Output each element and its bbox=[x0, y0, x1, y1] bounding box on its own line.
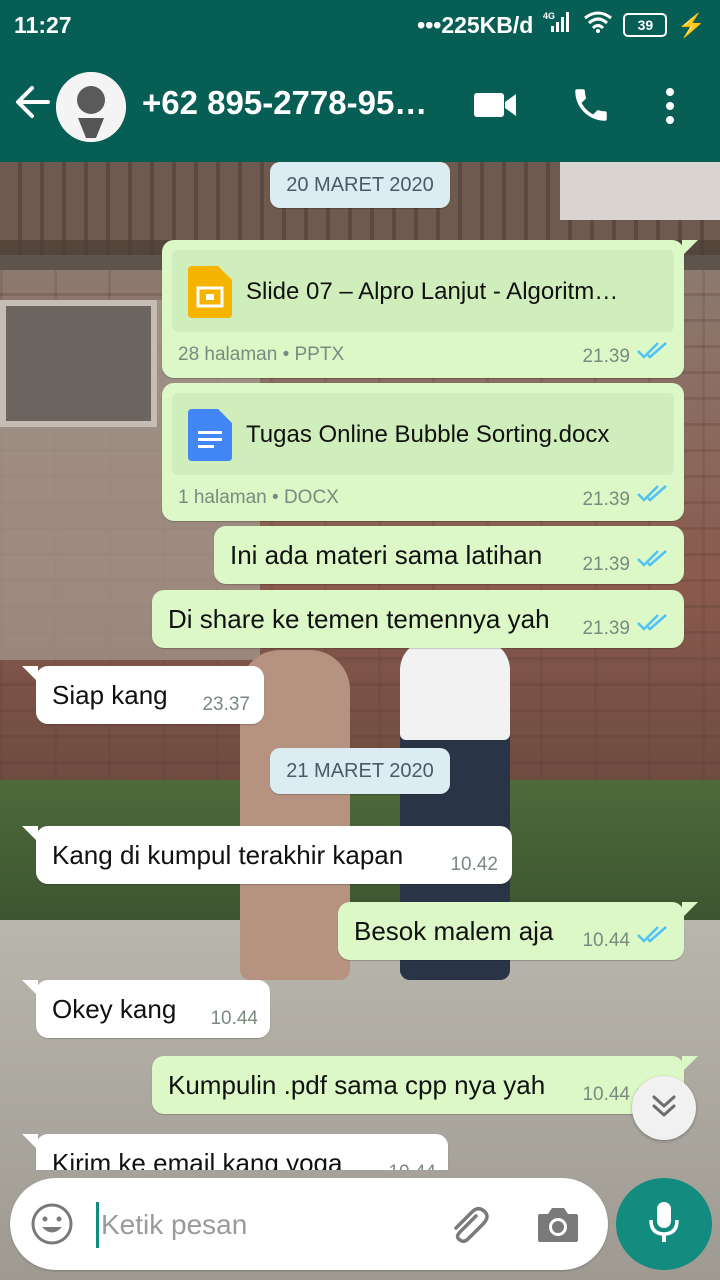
message-text: Di share ke temen temennya yah bbox=[168, 604, 550, 634]
document-message[interactable]: Slide 07 – Alpro Lanjut - Algoritm… 28 h… bbox=[162, 240, 698, 378]
video-call-icon[interactable] bbox=[472, 88, 518, 127]
incoming-message[interactable]: Siap kang 23.37 bbox=[22, 666, 264, 724]
microphone-icon bbox=[647, 1200, 681, 1249]
phone-call-icon[interactable] bbox=[570, 84, 612, 131]
message-time: 10.44 bbox=[582, 930, 630, 951]
camera-icon[interactable] bbox=[536, 1204, 580, 1249]
read-receipt-icon bbox=[636, 341, 670, 364]
docs-file-icon bbox=[188, 409, 232, 466]
date-separator: 21 MARET 2020 bbox=[270, 748, 450, 794]
message-time: 21.39 bbox=[582, 554, 630, 575]
message-list[interactable]: 20 MARET 2020 Slide 07 – Alpro Lanjut - … bbox=[0, 162, 720, 1170]
incoming-message[interactable]: Okey kang 10.44 bbox=[22, 980, 270, 1038]
outgoing-message[interactable]: Kumpulin .pdf sama cpp nya yah 10.44 bbox=[152, 1056, 698, 1114]
document-meta: 28 halaman • PPTX bbox=[178, 344, 345, 365]
message-time: 21.39 bbox=[582, 489, 630, 510]
back-arrow-icon[interactable] bbox=[14, 82, 54, 128]
read-receipt-icon bbox=[636, 484, 670, 507]
message-text: Okey kang bbox=[52, 994, 177, 1024]
charging-icon: ⚡ bbox=[677, 11, 706, 38]
message-time: 10.44 bbox=[210, 1008, 258, 1029]
status-bar: 11:27 •••225KB/d 4G 39 ⚡ bbox=[0, 0, 720, 50]
more-options-icon[interactable] bbox=[664, 86, 676, 131]
contact-avatar[interactable] bbox=[56, 72, 126, 142]
signal-icon: 4G bbox=[543, 10, 573, 40]
message-text: Kang di kumpul terakhir kapan bbox=[52, 840, 404, 870]
wifi-icon bbox=[583, 10, 613, 40]
clock: 11:27 bbox=[14, 11, 72, 38]
scroll-to-bottom-button[interactable] bbox=[632, 1076, 696, 1140]
message-text: Kumpulin .pdf sama cpp nya yah bbox=[168, 1070, 546, 1100]
date-separator: 20 MARET 2020 bbox=[270, 162, 450, 208]
message-time: 23.37 bbox=[202, 694, 250, 715]
outgoing-message[interactable]: Di share ke temen temennya yah 21.39 bbox=[152, 590, 684, 648]
message-time: 10.42 bbox=[450, 854, 498, 875]
document-preview[interactable]: Tugas Online Bubble Sorting.docx bbox=[172, 393, 674, 475]
message-text: Siap kang bbox=[52, 680, 168, 710]
chevron-double-down-icon bbox=[650, 1093, 678, 1124]
document-meta: 1 halaman • DOCX bbox=[178, 487, 339, 508]
message-composer bbox=[10, 1178, 608, 1270]
attachment-icon[interactable] bbox=[446, 1202, 490, 1251]
slides-file-icon bbox=[188, 266, 232, 323]
battery-icon: 39 bbox=[623, 13, 668, 37]
read-receipt-icon bbox=[636, 613, 670, 636]
read-receipt-icon bbox=[636, 925, 670, 948]
message-input[interactable] bbox=[96, 1202, 433, 1248]
message-time: 10.44 bbox=[582, 1084, 630, 1105]
incoming-message[interactable]: Kirim ke email kang yoga 10.44 bbox=[22, 1134, 448, 1170]
emoji-icon[interactable] bbox=[30, 1202, 74, 1251]
outgoing-message[interactable]: Besok malem aja 10.44 bbox=[338, 902, 698, 960]
read-receipt-icon bbox=[636, 549, 670, 572]
svg-text:4G: 4G bbox=[543, 11, 555, 21]
contact-name[interactable]: +62 895-2778-95… bbox=[142, 84, 427, 122]
document-preview[interactable]: Slide 07 – Alpro Lanjut - Algoritm… bbox=[172, 250, 674, 332]
message-time: 10.44 bbox=[388, 1162, 436, 1170]
document-name: Slide 07 – Alpro Lanjut - Algoritm… bbox=[246, 278, 619, 305]
message-time: 21.39 bbox=[582, 346, 630, 367]
chat-header: +62 895-2778-95… bbox=[0, 50, 720, 162]
message-text: Besok malem aja bbox=[354, 916, 554, 946]
message-text: Ini ada materi sama latihan bbox=[230, 540, 543, 570]
message-time: 21.39 bbox=[582, 618, 630, 639]
message-text: Kirim ke email kang yoga bbox=[52, 1148, 343, 1170]
network-speed: •••225KB/d bbox=[417, 11, 534, 38]
outgoing-message[interactable]: Ini ada materi sama latihan 21.39 bbox=[214, 526, 684, 584]
incoming-message[interactable]: Kang di kumpul terakhir kapan 10.42 bbox=[22, 826, 512, 884]
document-message[interactable]: Tugas Online Bubble Sorting.docx 1 halam… bbox=[162, 383, 684, 521]
voice-message-button[interactable] bbox=[616, 1178, 712, 1270]
document-name: Tugas Online Bubble Sorting.docx bbox=[246, 421, 610, 448]
